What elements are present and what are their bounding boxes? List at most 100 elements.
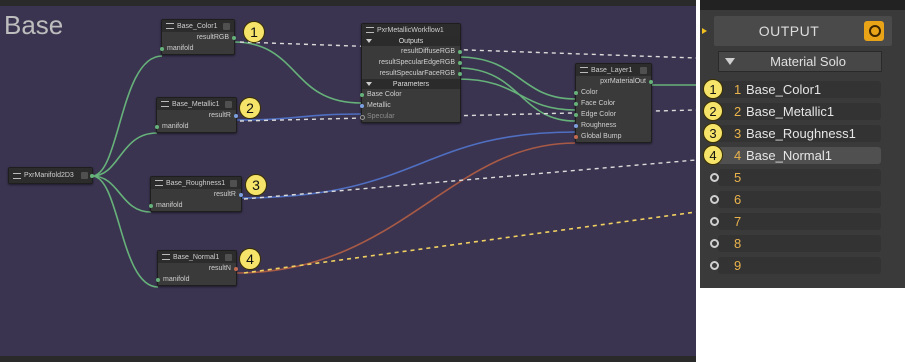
- slot-number: 9: [734, 257, 742, 273]
- annotation-badge: 4: [239, 248, 261, 270]
- node-close-icon[interactable]: [223, 22, 230, 30]
- slot-name: Base_Normal1: [746, 147, 832, 163]
- mode-dropdown[interactable]: Material Solo: [718, 51, 882, 72]
- port-label-input: Edge Color: [581, 111, 617, 118]
- node-icon: [155, 180, 163, 186]
- empty-connector-icon[interactable]: [710, 216, 719, 226]
- wire-roughness: [240, 131, 576, 199]
- port-label-output: resultSpecularEdgeRGB: [378, 59, 455, 66]
- input-port[interactable]: [360, 114, 365, 120]
- node-base-metallic[interactable]: Base_Metallic1 resultR manifold: [155, 97, 238, 133]
- collapse-triangle-icon[interactable]: [366, 82, 372, 86]
- slot-number: 6: [734, 191, 742, 207]
- solo-slot-1[interactable]: 1 1 Base_Color1: [700, 79, 883, 99]
- wires-layer: [91, 41, 696, 288]
- empty-connector-icon[interactable]: [710, 172, 719, 182]
- slot-name: Base_Metallic1: [746, 103, 835, 119]
- solo-slot-9[interactable]: 9: [700, 256, 883, 274]
- node-icon: [580, 67, 588, 73]
- output-port[interactable]: [458, 49, 462, 54]
- empty-connector-icon[interactable]: [710, 194, 719, 204]
- parameters-section[interactable]: Parameters: [362, 79, 460, 89]
- render-target-icon[interactable]: [864, 21, 884, 41]
- port-label-output: resultN: [208, 265, 231, 272]
- node-base-color[interactable]: Base_Color1 resultRGB manifold: [160, 19, 236, 55]
- node-icon: [161, 101, 169, 107]
- input-port[interactable]: [360, 92, 364, 97]
- wire-manifold-normal: [91, 175, 159, 288]
- empty-connector-icon[interactable]: [710, 260, 719, 270]
- input-port[interactable]: [574, 134, 578, 139]
- outputs-section[interactable]: Outputs: [362, 36, 460, 46]
- solo-slot-4[interactable]: 4 4 Base_Normal1: [700, 145, 883, 165]
- port-label-input: Roughness: [581, 122, 617, 129]
- slot-field[interactable]: [718, 234, 881, 252]
- node-close-icon[interactable]: [225, 100, 232, 108]
- output-port[interactable]: [649, 79, 653, 84]
- solo-slot-5[interactable]: 5: [700, 168, 883, 186]
- empty-connector-icon[interactable]: [710, 238, 719, 248]
- input-port[interactable]: [574, 101, 578, 106]
- slot-field[interactable]: [718, 168, 881, 186]
- node-icon: [162, 254, 170, 260]
- node-close-icon[interactable]: [230, 179, 237, 187]
- node-title: Base_Color1: [177, 22, 218, 30]
- node-close-icon[interactable]: [225, 253, 232, 261]
- slot-number: 4: [734, 147, 742, 163]
- output-port[interactable]: [90, 174, 94, 178]
- output-port[interactable]: [239, 192, 243, 197]
- input-port[interactable]: [360, 103, 364, 108]
- collapse-triangle-icon[interactable]: [366, 39, 372, 43]
- preview-wire-4: [243, 211, 696, 274]
- output-port[interactable]: [458, 60, 462, 65]
- solo-slot-3[interactable]: 3 3 Base_Roughness1: [700, 123, 883, 143]
- slot-number: 1: [734, 81, 742, 97]
- output-port[interactable]: [458, 71, 462, 76]
- output-node[interactable]: OUTPUT: [714, 16, 892, 46]
- node-base-normal[interactable]: Base_Normal1 resultN manifold: [156, 250, 238, 286]
- input-port[interactable]: [574, 112, 578, 117]
- node-icon: [366, 27, 374, 33]
- node-graph-canvas[interactable]: Base Base_Color1 resultRGB manifold Base: [0, 0, 696, 362]
- input-port[interactable]: [574, 90, 578, 95]
- port-label-output: resultR: [208, 112, 231, 119]
- graph-bottom-bar: [0, 356, 696, 362]
- port-label-input: Global Bump: [581, 133, 622, 140]
- node-title: Base_Layer1: [591, 66, 633, 74]
- node-close-icon[interactable]: [640, 66, 647, 74]
- node-icon: [13, 172, 21, 179]
- output-port[interactable]: [234, 266, 238, 271]
- slot-field[interactable]: [718, 256, 881, 274]
- output-port[interactable]: [232, 35, 236, 40]
- input-port[interactable]: [149, 203, 153, 208]
- node-title: PxrMetallicWorkflow1: [377, 26, 444, 34]
- solo-slot-8[interactable]: 8: [700, 234, 883, 252]
- output-port[interactable]: [234, 113, 238, 118]
- port-label-input: Specular: [367, 113, 395, 120]
- input-port[interactable]: [160, 46, 164, 51]
- node-manifold[interactable]: PxrManifold2D3: [8, 167, 94, 184]
- output-connector-arrow-icon: [702, 28, 707, 34]
- slot-field[interactable]: [718, 190, 881, 208]
- port-label-input: Face Color: [581, 100, 616, 107]
- slot-name: Base_Roughness1: [746, 125, 856, 141]
- node-base-layer[interactable]: Base_Layer1 pxrMaterialOut Color Face Co…: [574, 63, 653, 143]
- node-base-roughness[interactable]: Base_Roughness1 resultR manifold: [149, 176, 243, 212]
- port-label-output: resultDiffuseRGB: [401, 48, 455, 55]
- node-metallic-workflow[interactable]: PxrMetallicWorkflow1 Outputs resultDiffu…: [360, 23, 462, 123]
- input-port[interactable]: [155, 124, 159, 129]
- slot-number: 2: [734, 103, 742, 119]
- node-close-icon[interactable]: [81, 172, 88, 179]
- solo-slot-2[interactable]: 2 2 Base_Metallic1: [700, 101, 883, 121]
- annotation-badge: 1: [703, 79, 723, 99]
- chevron-down-icon[interactable]: [725, 58, 735, 65]
- input-port[interactable]: [156, 277, 160, 282]
- output-panel: OUTPUT Material Solo 1 1 Base_Color1 2 2…: [700, 0, 905, 288]
- solo-slot-6[interactable]: 6: [700, 190, 883, 208]
- annotation-badge: 3: [245, 174, 267, 196]
- slot-field[interactable]: [718, 212, 881, 230]
- node-title: Base_Metallic1: [172, 100, 220, 108]
- solo-slot-7[interactable]: 7: [700, 212, 883, 230]
- port-label-input: manifold: [162, 123, 189, 130]
- input-port[interactable]: [574, 123, 578, 128]
